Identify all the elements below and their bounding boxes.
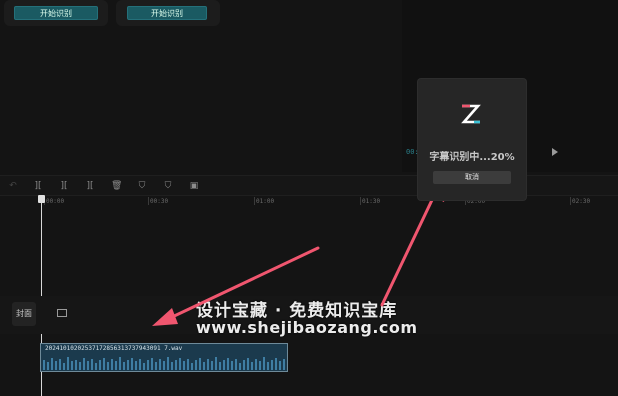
split-left-icon[interactable]: ][ xyxy=(59,181,69,191)
split-icon[interactable]: ][ xyxy=(33,181,43,191)
timecode: 00: xyxy=(406,148,419,156)
split-right-icon[interactable]: ][ xyxy=(85,181,95,191)
ruler-tick xyxy=(360,197,361,205)
cancel-button[interactable]: 取消 xyxy=(433,171,511,184)
audio-clip[interactable]: 20241010202537172856313737943091 7.wav xyxy=(40,343,288,372)
watermark-line2: www.shejibaozang.com xyxy=(196,318,418,337)
ruler-tick xyxy=(148,197,149,205)
ruler-tick xyxy=(254,197,255,205)
cover-button[interactable]: 封面 xyxy=(12,302,36,326)
play-icon[interactable] xyxy=(552,148,558,156)
audio-waveform xyxy=(43,357,285,370)
crop-icon[interactable]: ▣ xyxy=(189,181,199,191)
ruler-label: 02:30 xyxy=(572,198,591,205)
start-recognize-button[interactable]: 开始识别 xyxy=(14,6,98,20)
shield-icon[interactable]: ⛉ xyxy=(163,181,173,191)
ruler-label: 01:00 xyxy=(256,198,275,205)
capcut-logo-icon xyxy=(461,104,481,124)
mark-icon[interactable]: ⛉ xyxy=(137,181,147,191)
film-icon[interactable] xyxy=(57,309,67,317)
ruler-tick xyxy=(570,197,571,205)
delete-icon[interactable]: 🗑 xyxy=(111,181,122,191)
start-recognize-button-2[interactable]: 开始识别 xyxy=(127,6,207,20)
playhead-handle[interactable] xyxy=(38,195,45,203)
ruler-label: 00:00 xyxy=(46,198,65,205)
ruler-label: 00:30 xyxy=(150,198,169,205)
ruler-label: 01:30 xyxy=(362,198,381,205)
subtitle-recognition-dialog: 字幕识别中...20% 取消 xyxy=(418,79,526,200)
undo-icon[interactable]: ↶ xyxy=(8,181,18,191)
progress-text: 字幕识别中...20% xyxy=(429,152,515,163)
